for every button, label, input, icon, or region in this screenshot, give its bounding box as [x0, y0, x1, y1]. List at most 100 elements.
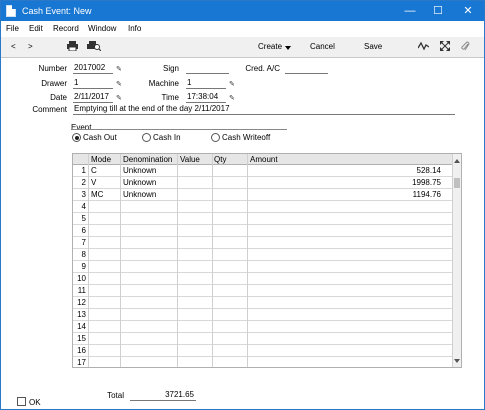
toolbar: < > Create Cancel Save [1, 37, 484, 58]
maximize-button[interactable]: ☐ [423, 1, 453, 21]
comment-field[interactable]: Emptying till at the end of the day 2/11… [73, 104, 455, 115]
drawer-field[interactable]: 1 [73, 78, 113, 89]
paste-special-icon[interactable]: ✎ [116, 95, 122, 102]
column-header-amount[interactable]: Amount [250, 155, 278, 164]
row-number: 17 [77, 358, 86, 367]
number-field[interactable]: 2017002 [73, 63, 113, 74]
time-label: Time [161, 93, 179, 102]
cash-out-radio[interactable] [72, 133, 81, 142]
table-row[interactable]: 3 MC Unknown 1194.76 [73, 189, 453, 201]
column-header-mode[interactable]: Mode [91, 155, 111, 164]
title-bar: Cash Event: New — ☐ ✕ [1, 1, 484, 21]
paste-special-icon[interactable]: ✎ [116, 81, 122, 88]
cell-mode[interactable]: V [91, 178, 96, 187]
ok-checkbox[interactable] [17, 397, 26, 406]
cell-mode[interactable]: MC [91, 190, 103, 199]
grid-divider [88, 154, 89, 367]
close-button[interactable]: ✕ [453, 1, 483, 21]
machine-label: Machine [148, 79, 179, 88]
cash-writeoff-radio[interactable] [211, 133, 220, 142]
table-row[interactable]: 11 [73, 285, 453, 297]
column-header-value[interactable]: Value [180, 155, 200, 164]
cell-mode[interactable]: C [91, 166, 97, 175]
cell-denomination[interactable]: Unknown [123, 166, 156, 175]
print-icon[interactable] [67, 41, 78, 53]
menu-window[interactable]: Window [88, 24, 116, 33]
pulse-icon[interactable] [417, 41, 430, 53]
cash-event-grid: Mode Denomination Value Qty Amount 1 C Unk… [72, 153, 462, 368]
cell-denomination[interactable]: Unknown [123, 178, 156, 187]
scroll-up-icon[interactable] [454, 156, 460, 165]
vertical-scrollbar[interactable] [452, 154, 461, 367]
attachment-icon[interactable] [461, 41, 470, 54]
table-row[interactable]: 15 [73, 333, 453, 345]
cred-ac-field[interactable] [285, 63, 328, 74]
cred-ac-label: Cred. A/C [245, 64, 280, 73]
table-row[interactable]: 10 [73, 273, 453, 285]
menu-file[interactable]: File [6, 24, 19, 33]
cancel-button[interactable]: Cancel [310, 42, 335, 51]
table-row[interactable]: 9 [73, 261, 453, 273]
row-number: 1 [81, 166, 86, 175]
paste-special-icon[interactable]: ✎ [229, 81, 235, 88]
scroll-down-icon[interactable] [454, 356, 460, 365]
row-number: 9 [81, 262, 86, 271]
date-field[interactable]: 2/11/2017 [73, 92, 113, 103]
save-button[interactable]: Save [364, 42, 382, 51]
create-button[interactable]: Create [258, 42, 282, 51]
menu-edit[interactable]: Edit [29, 24, 43, 33]
menu-record[interactable]: Record [53, 24, 79, 33]
table-row[interactable]: 12 [73, 297, 453, 309]
row-number: 13 [77, 310, 86, 319]
cell-amount[interactable]: 1194.76 [249, 190, 441, 199]
table-row[interactable]: 8 [73, 249, 453, 261]
previous-record-button[interactable]: < [11, 42, 16, 51]
event-label: Event [71, 123, 92, 132]
paste-special-icon[interactable]: ✎ [116, 66, 122, 73]
row-number: 4 [81, 202, 86, 211]
drawer-label: Drawer [41, 79, 67, 88]
grid-divider [120, 154, 121, 367]
table-row[interactable]: 14 [73, 321, 453, 333]
cell-denomination[interactable]: Unknown [123, 190, 156, 199]
time-field[interactable]: 17:38:04 [186, 92, 226, 103]
minimize-button[interactable]: — [395, 1, 425, 21]
row-number: 11 [77, 286, 86, 295]
comment-label: Comment [32, 105, 67, 114]
cash-in-radio[interactable] [142, 133, 151, 142]
scroll-thumb[interactable] [454, 178, 460, 188]
table-row[interactable]: 6 [73, 225, 453, 237]
total-field: 3721.65 [130, 390, 196, 401]
table-row[interactable]: 2 V Unknown 1998.75 [73, 177, 453, 189]
paste-special-icon[interactable]: ✎ [229, 95, 235, 102]
table-row[interactable]: 16 [73, 345, 453, 357]
table-row[interactable]: 4 [73, 201, 453, 213]
table-row[interactable]: 17 [73, 357, 453, 367]
cash-in-label: Cash In [153, 133, 181, 142]
create-dropdown-icon[interactable] [285, 43, 291, 52]
menu-info[interactable]: Info [128, 24, 141, 33]
row-number: 14 [77, 322, 86, 331]
table-row[interactable]: 5 [73, 213, 453, 225]
next-record-button[interactable]: > [28, 42, 33, 51]
cell-amount[interactable]: 1998.75 [249, 178, 441, 187]
table-row[interactable]: 13 [73, 309, 453, 321]
cell-amount[interactable]: 528.14 [249, 166, 441, 175]
grid-header: Mode Denomination Value Qty Amount [73, 154, 453, 165]
sign-field[interactable] [186, 63, 229, 74]
expand-icon[interactable] [440, 41, 450, 53]
event-divider [71, 129, 287, 130]
table-row[interactable]: 7 [73, 237, 453, 249]
total-label: Total [107, 391, 124, 400]
print-preview-icon[interactable] [87, 41, 102, 53]
grid-divider [177, 154, 178, 367]
machine-field[interactable]: 1 [186, 78, 226, 89]
column-header-qty[interactable]: Qty [214, 155, 226, 164]
row-number: 2 [81, 178, 86, 187]
table-row[interactable]: 1 C Unknown 528.14 [73, 165, 453, 177]
column-header-denomination[interactable]: Denomination [123, 155, 172, 164]
row-number: 5 [81, 214, 86, 223]
number-label: Number [38, 64, 67, 73]
cash-event-window: Cash Event: New — ☐ ✕ File Edit Record W… [0, 0, 485, 410]
date-label: Date [50, 93, 67, 102]
